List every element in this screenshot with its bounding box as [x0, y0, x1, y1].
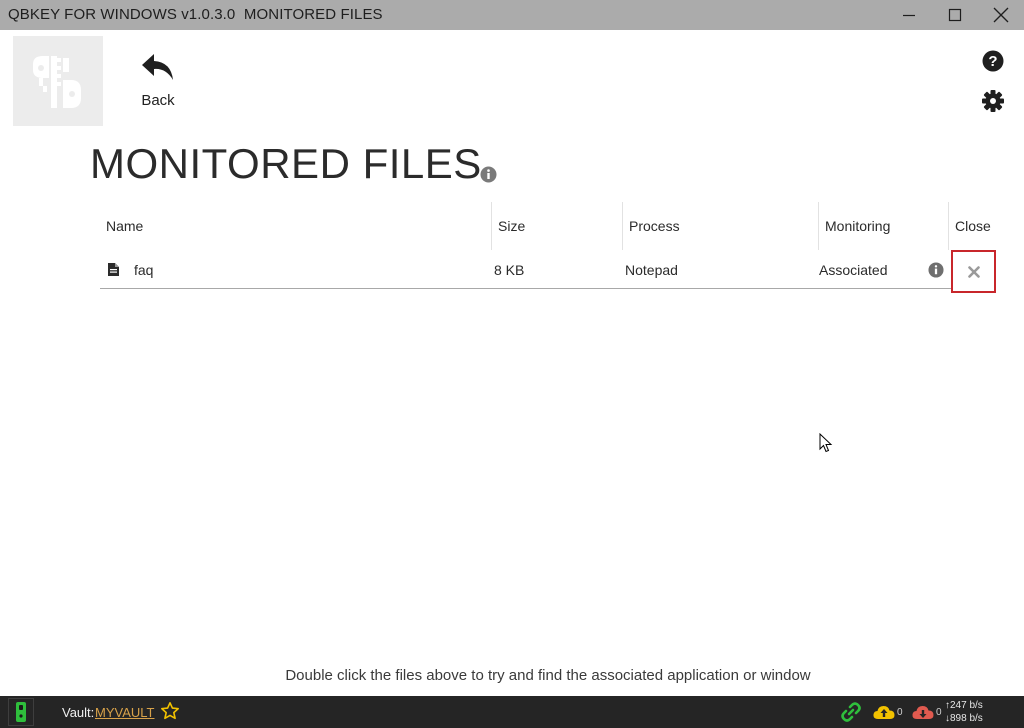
minimize-icon — [903, 14, 915, 17]
cloud-download-icon — [912, 706, 934, 719]
connection-status[interactable] — [840, 696, 862, 728]
download-count: 0 — [936, 706, 942, 718]
qbkey-logo-icon — [33, 56, 81, 108]
gear-icon — [982, 90, 1004, 112]
vault-label: Vault: — [62, 705, 95, 720]
back-button[interactable]: Back — [136, 52, 180, 110]
column-header-monitoring[interactable]: Monitoring — [819, 202, 948, 250]
row-info-button[interactable] — [928, 262, 944, 278]
back-label: Back — [141, 92, 175, 109]
cloud-upload-icon — [873, 706, 895, 719]
file-name-cell: faq — [108, 250, 488, 289]
minimize-button[interactable] — [886, 0, 932, 30]
mouse-cursor-icon — [819, 433, 833, 453]
close-window-button[interactable] — [978, 0, 1024, 30]
close-file-button[interactable] — [951, 250, 996, 293]
document-icon — [108, 263, 119, 276]
column-header-size[interactable]: Size — [492, 202, 622, 250]
page-title: MONITORED FILES — [90, 140, 482, 187]
page-info-button[interactable] — [480, 166, 497, 183]
maximize-button[interactable] — [932, 0, 978, 30]
table-row[interactable]: faq 8 KB Notepad Associated — [100, 250, 996, 293]
transfer-rates: ↑247 b/s ↓898 b/s — [945, 699, 983, 725]
info-icon — [480, 166, 497, 183]
table-header: Name Size Process Monitoring Close — [100, 202, 996, 250]
link-icon — [841, 702, 861, 722]
download-status[interactable]: 0 — [912, 696, 942, 728]
window-title: QBKEY FOR WINDOWS v1.0.3.0 MONITORED FIL… — [8, 6, 383, 23]
title-bar: QBKEY FOR WINDOWS v1.0.3.0 MONITORED FIL… — [0, 0, 1024, 30]
upload-rate-row: ↑247 b/s — [945, 699, 983, 712]
key-status-indicator[interactable] — [8, 698, 34, 726]
column-header-process[interactable]: Process — [623, 202, 818, 250]
usb-key-icon — [16, 702, 26, 722]
upload-rate: 247 b/s — [950, 700, 983, 711]
svg-text:?: ? — [988, 53, 997, 70]
favorite-button[interactable] — [160, 701, 180, 724]
app-logo — [13, 36, 103, 126]
help-button[interactable]: ? — [982, 50, 1004, 72]
vault-link[interactable]: MYVAULT — [95, 705, 154, 720]
maximize-icon — [948, 8, 962, 22]
file-monitoring-status: Associated — [819, 261, 888, 278]
status-bar: Vault: MYVAULT 0 0 ↑247 b/s ↓898 b/s — [0, 696, 1024, 728]
upload-status[interactable]: 0 — [873, 696, 903, 728]
close-icon — [993, 7, 1009, 23]
file-process: Notepad — [625, 261, 678, 278]
upload-count: 0 — [897, 706, 903, 718]
settings-button[interactable] — [982, 90, 1004, 112]
file-size: 8 KB — [494, 261, 525, 278]
footer-hint: Double click the files above to try and … — [285, 667, 811, 684]
close-x-icon — [967, 265, 980, 278]
star-icon — [161, 702, 179, 720]
info-icon — [928, 262, 944, 278]
file-name: faq — [134, 261, 154, 278]
download-rate-row: ↓898 b/s — [945, 712, 983, 725]
column-header-name[interactable]: Name — [100, 202, 491, 250]
back-arrow-icon — [142, 54, 173, 80]
download-rate: 898 b/s — [950, 713, 983, 724]
column-header-close[interactable]: Close — [949, 202, 996, 250]
help-icon: ? — [982, 50, 1004, 72]
